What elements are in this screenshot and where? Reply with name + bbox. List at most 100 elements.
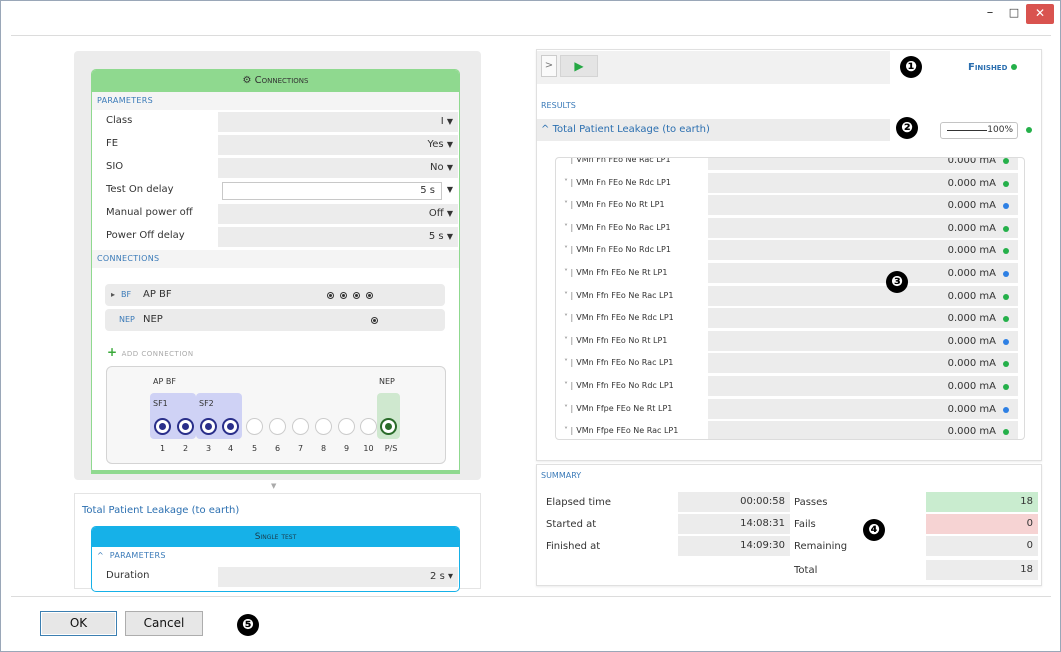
result-row[interactable]: ˅ | VMn Ffn FEo Ne Rt LP1 0.000 mA: [556, 262, 1024, 285]
status-dot-icon: [1003, 361, 1009, 368]
chevron-down-icon[interactable]: ˅ |: [564, 381, 573, 390]
pin-number: 5: [251, 444, 258, 453]
expand-button[interactable]: >: [541, 55, 557, 77]
pin-dot-icon: [327, 292, 334, 299]
pin-10[interactable]: [360, 418, 377, 435]
chevron-down-icon[interactable]: ˅ |: [564, 426, 573, 435]
param-row-duration: Duration 2 s ▾: [92, 565, 459, 588]
result-row[interactable]: ˅ | VMn Fn FEo No Rac LP1 0.000 mA: [556, 217, 1024, 240]
chevron-down-icon[interactable]: ˅ |: [564, 358, 573, 367]
pin-number: 9: [343, 444, 350, 453]
test-on-delay-input[interactable]: 5 s: [222, 182, 442, 200]
param-value: Off: [428, 208, 444, 219]
ok-button[interactable]: OK: [40, 611, 117, 636]
result-row[interactable]: ˅ | VMn Ffn FEo Ne Rdc LP1 0.000 mA: [556, 307, 1024, 330]
pin-ps[interactable]: [380, 418, 397, 435]
pin-6[interactable]: [269, 418, 286, 435]
single-test-header[interactable]: Single test: [92, 527, 459, 547]
duration-select[interactable]: 2 s ▾: [218, 567, 458, 587]
test-title: Total Patient Leakage (to earth): [82, 505, 240, 516]
chevron-down-icon[interactable]: ˅ |: [564, 268, 573, 277]
close-button[interactable]: ✕: [1026, 4, 1054, 24]
result-value-cell: 0.000 mA: [708, 398, 1018, 419]
pin-8[interactable]: [315, 418, 332, 435]
result-value-cell: 0.000 mA: [708, 240, 1018, 261]
pin-7[interactable]: [292, 418, 309, 435]
pin-4[interactable]: [222, 418, 239, 435]
sio-select[interactable]: No ▼: [218, 158, 458, 178]
progress-value: 100%: [987, 125, 1013, 135]
progress-bar: [947, 130, 987, 131]
power-off-delay-select[interactable]: 5 s ▼: [218, 227, 458, 247]
run-button[interactable]: ▶: [560, 55, 598, 77]
chevron-down-icon[interactable]: ˅ |: [564, 404, 573, 413]
chevron-down-icon[interactable]: ˅ |: [564, 291, 573, 300]
result-name: ˅ | VMn Ffn FEo Ne Rac LP1: [564, 291, 673, 300]
result-label: VMn Fn FEo No Rdc LP1: [576, 245, 671, 255]
cancel-button[interactable]: Cancel: [125, 611, 203, 636]
pin-2[interactable]: [177, 418, 194, 435]
fe-select[interactable]: Yes ▼: [218, 135, 458, 155]
connection-dots: [371, 316, 384, 327]
param-label: Manual power off: [106, 207, 193, 218]
parameters-section-label: PARAMETERS: [92, 92, 459, 110]
pin-9[interactable]: [338, 418, 355, 435]
result-row[interactable]: ˅ | VMn Fn FEo No Rt LP1 0.000 mA: [556, 194, 1024, 217]
result-row[interactable]: ˅ | VMn Ffn FEo No Rt LP1 0.000 mA: [556, 330, 1024, 353]
chevron-down-icon[interactable]: ˅ |: [564, 245, 573, 254]
result-row[interactable]: ˅ | VMn Fn FEo Ne Rdc LP1 0.000 mA: [556, 172, 1024, 195]
sf1-label: SF1: [153, 399, 168, 408]
result-row[interactable]: ˅ | VMn Fn FEo Ne Rac LP1 0.000 mA: [556, 157, 1024, 172]
result-value: 0.000 mA: [947, 381, 996, 392]
chevron-down-icon[interactable]: ˅ |: [564, 336, 573, 345]
chevron-down-icon[interactable]: ˅ |: [564, 178, 573, 187]
add-connection-button[interactable]: + ADD CONNECTION: [107, 345, 194, 359]
connection-row-ap-bf[interactable]: ▸ BF AP BF: [105, 284, 445, 306]
pin-3[interactable]: [200, 418, 217, 435]
result-name: ˅ | VMn Ffn FEo Ne Rdc LP1: [564, 313, 674, 322]
pin-dot-icon: [353, 292, 360, 299]
status-dot-icon: [1003, 338, 1009, 345]
maximize-button[interactable]: □: [1006, 4, 1022, 24]
expand-icon[interactable]: ▸: [111, 290, 115, 299]
pin-5[interactable]: [246, 418, 263, 435]
result-value: 0.000 mA: [947, 290, 996, 302]
chevron-down-icon[interactable]: ˅ |: [564, 158, 573, 164]
chevron-down-icon[interactable]: ˅ |: [564, 223, 573, 232]
pin-number: 1: [159, 444, 166, 453]
result-value: 0.000 mA: [947, 335, 996, 347]
minimize-button[interactable]: –: [982, 4, 998, 24]
chevron-down-icon[interactable]: ˅ |: [564, 313, 573, 322]
test-result-title[interactable]: ^ Total Patient Leakage (to earth): [541, 124, 710, 135]
result-row[interactable]: ˅ | VMn Ffn FEo No Rdc LP1 0.000 mA: [556, 375, 1024, 398]
result-label: VMn Fn FEo Ne Rac LP1: [576, 157, 671, 164]
result-row[interactable]: ˅ | VMn Ffpe FEo Ne Rt LP1 0.000 mA: [556, 398, 1024, 421]
results-list[interactable]: ˅ | VMn Fn FEo Ne Rac LP1 0.000 mA ˅ | VMn F…: [555, 157, 1025, 440]
result-row[interactable]: ˅ | VMn Ffpe FEo Ne Rac LP1 0.000 mA: [556, 420, 1024, 439]
connections-header[interactable]: ⚙ Connections: [92, 70, 459, 92]
result-row[interactable]: ˅ | VMn Ffn FEo Ne Rac LP1 0.000 mA: [556, 285, 1024, 308]
result-value-cell: 0.000 mA: [708, 217, 1018, 238]
pin-1[interactable]: [154, 418, 171, 435]
dropdown-arrow-icon: ▼: [446, 117, 453, 126]
chevron-down-icon[interactable]: ˅ |: [564, 200, 573, 209]
param-row-test-on-delay: Test On delay 5 s ▼: [92, 179, 459, 202]
parameters-section-label[interactable]: ^ PARAMETERS: [92, 547, 459, 565]
result-row[interactable]: ˅ | VMn Ffn FEo No Rac LP1 0.000 mA: [556, 352, 1024, 375]
pin-number: 6: [274, 444, 281, 453]
result-name: ˅ | VMn Fn FEo No Rdc LP1: [564, 245, 671, 254]
class-select[interactable]: I ▼: [218, 112, 458, 132]
collapse-arrow-icon[interactable]: ▼: [271, 482, 276, 490]
result-value: 0.000 mA: [947, 268, 996, 279]
result-value: 0.000 mA: [947, 157, 996, 166]
finished-label: Finished at: [546, 541, 601, 552]
manual-power-off-select[interactable]: Off ▼: [218, 204, 458, 224]
result-value: 0.000 mA: [947, 245, 996, 257]
param-row-fe: FE Yes ▼: [92, 133, 459, 156]
result-row[interactable]: ˅ | VMn Fn FEo No Rdc LP1 0.000 mA: [556, 239, 1024, 262]
dropdown-arrow-icon[interactable]: ▼: [447, 185, 453, 194]
add-connection-label: ADD CONNECTION: [121, 350, 194, 358]
result-label: VMn Ffpe FEo Ne Rt LP1: [576, 403, 673, 413]
dropdown-arrow-icon: ▼: [446, 140, 453, 149]
connection-row-nep[interactable]: NEP NEP: [105, 309, 445, 331]
